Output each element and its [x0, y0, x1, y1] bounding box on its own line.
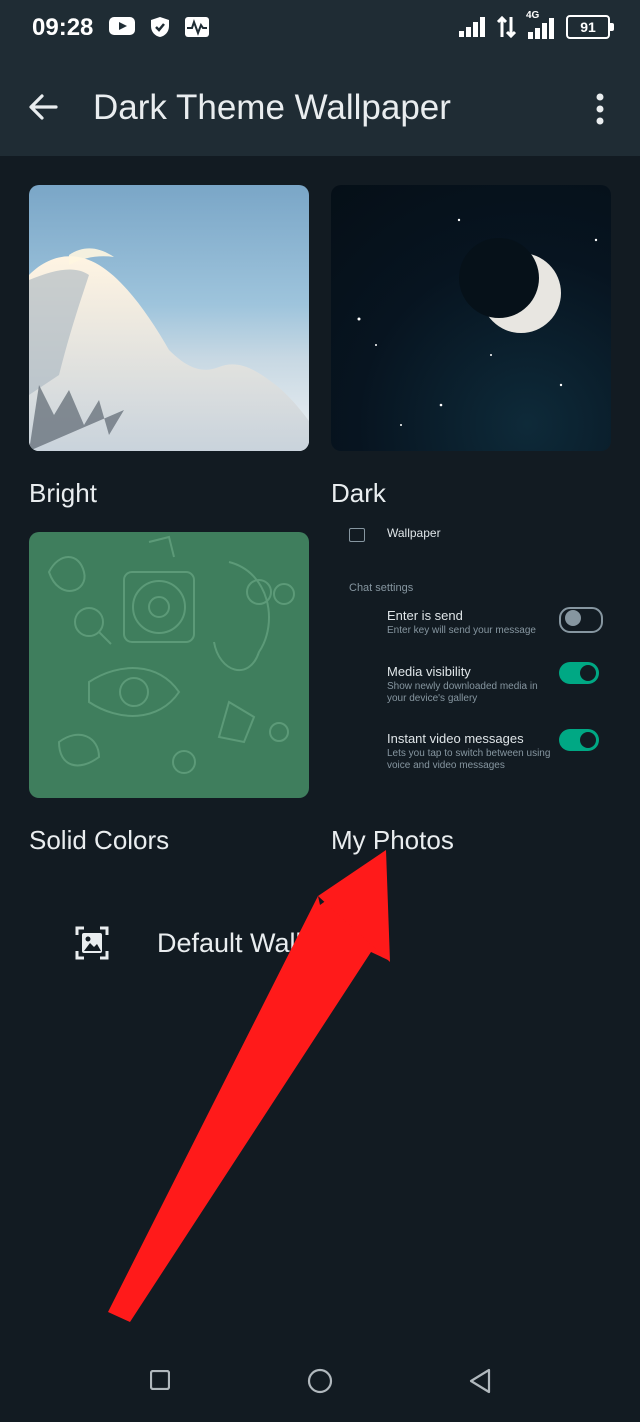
youtube-icon: [109, 17, 135, 35]
arrow-left-icon[interactable]: [26, 90, 60, 124]
preview-toggle-on: [559, 729, 599, 751]
system-navigation-bar: [0, 1336, 640, 1422]
recent-apps-icon[interactable]: [150, 1370, 170, 1390]
back-nav-icon[interactable]: [467, 1367, 493, 1395]
default-wallpaper-label: Default Wallpaper: [157, 928, 371, 958]
category-label-solid-colors: Solid Colors: [29, 825, 170, 855]
shield-icon: [151, 17, 169, 37]
preview-toggle-on: [559, 662, 599, 684]
preview-row-subtitle: Show newly downloaded media in your devi…: [387, 681, 538, 704]
category-label-bright: Bright: [29, 478, 97, 508]
data-transfer-icon: [496, 15, 517, 39]
doodle-pattern: [47, 535, 295, 774]
system-indicators: 4G 91: [458, 10, 614, 40]
image-icon: [75, 926, 109, 960]
cellular-4g-icon: 4G: [526, 10, 558, 40]
more-vertical-icon[interactable]: [590, 92, 610, 126]
status-bar: 09:28 4G 91: [0, 0, 640, 58]
mountain-illustration: [29, 248, 309, 451]
dark-wallpaper-tile[interactable]: [331, 185, 611, 451]
preview-section-title: Chat settings: [349, 582, 414, 594]
preview-row-title: Enter is send: [387, 608, 463, 623]
default-wallpaper-row[interactable]: Default Wallpaper: [0, 900, 640, 986]
my-photos-tile[interactable]: Wallpaper Chat settings Enter is send En…: [331, 520, 611, 800]
signal-icon: [459, 17, 485, 37]
home-icon[interactable]: [307, 1368, 333, 1394]
activity-icon: [185, 17, 209, 37]
notification-icons: [108, 15, 210, 39]
preview-row-subtitle: Enter key will send your message: [387, 625, 536, 636]
preview-wallpaper-icon: [349, 528, 365, 542]
category-label-my-photos: My Photos: [331, 825, 454, 855]
bright-wallpaper-tile[interactable]: [29, 185, 309, 451]
battery-indicator: 91: [566, 15, 614, 39]
page-title: Dark Theme Wallpaper: [93, 88, 451, 127]
moon-illustration: [357, 218, 598, 426]
solid-colors-tile[interactable]: [29, 532, 309, 798]
preview-row-title: Instant video messages: [387, 731, 524, 746]
preview-row-subtitle: Lets you tap to switch between using voi…: [387, 748, 551, 771]
preview-toggle-off: [559, 607, 603, 633]
preview-header: Wallpaper: [387, 526, 441, 540]
category-label-dark: Dark: [331, 478, 386, 508]
status-time: 09:28: [32, 14, 94, 41]
preview-row-title: Media visibility: [387, 664, 471, 679]
